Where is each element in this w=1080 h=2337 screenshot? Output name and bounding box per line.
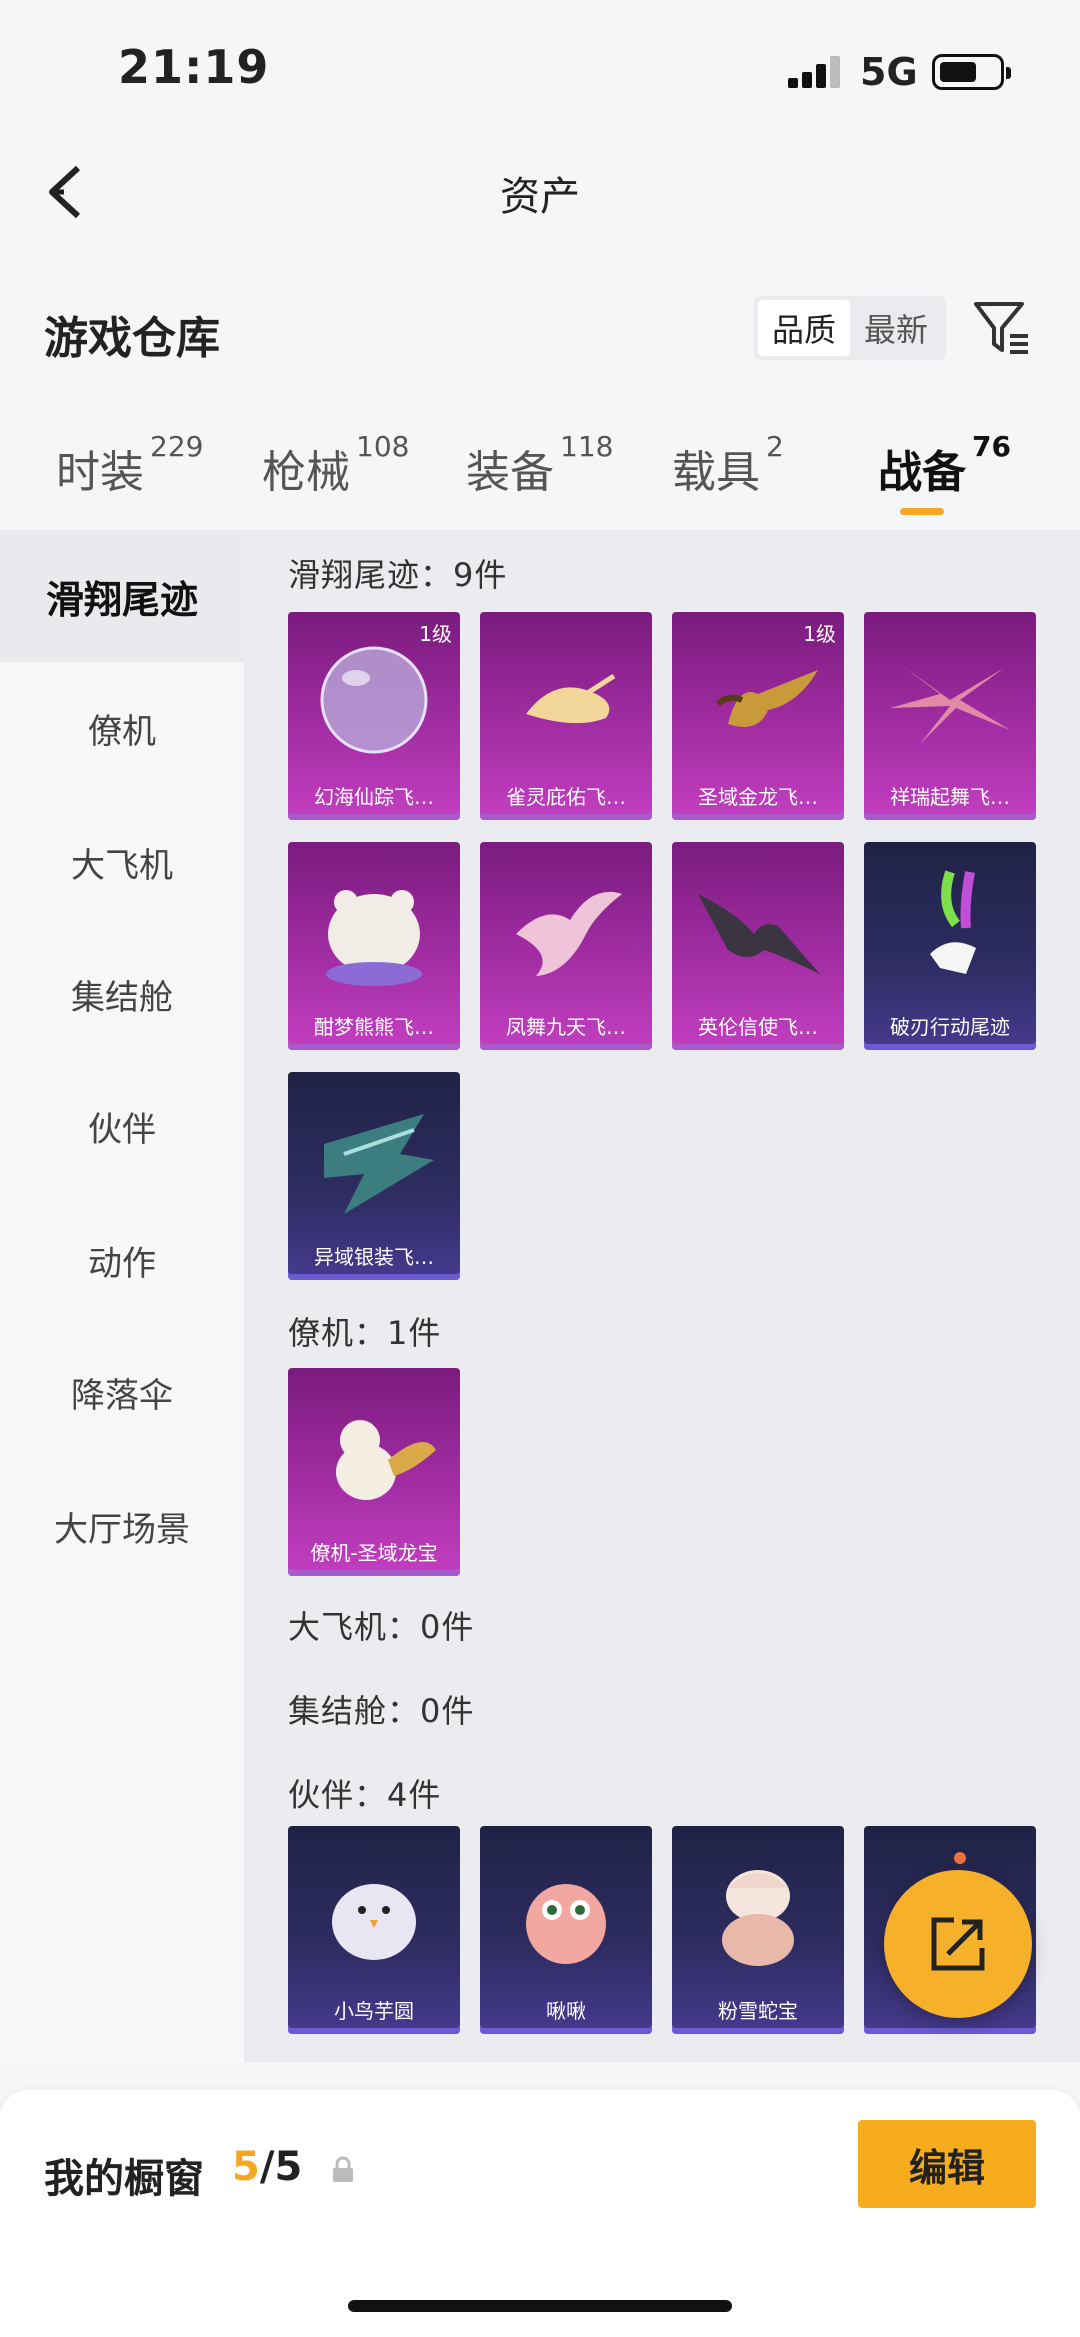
sidebar-item-partner[interactable]: 伙伴 [0,1060,244,1192]
item-card[interactable]: 凤舞九天飞… [480,842,652,1050]
sidebar-item-emote[interactable]: 动作 [0,1194,244,1326]
skydiver-trail-icon [930,870,976,974]
network-type: 5G [860,50,918,94]
sort-toggle: 品质 最新 [754,296,946,360]
section-title-big-plane: 大飞机：0件 [288,1608,475,1646]
feather-bird-icon [526,673,616,724]
item-card[interactable]: 英伦信使飞… [672,842,844,1050]
owl-plush-icon [526,1884,606,1964]
battery-icon [932,54,1011,90]
sidebar: 滑翔尾迹 僚机 大飞机 集结舱 伙伴 动作 降落伞 大厅场景 [0,530,244,2062]
item-card[interactable]: 酣梦熊熊飞… [288,842,460,1050]
section-title-capsule: 集结舱：0件 [288,1692,475,1730]
nav-bar: 资产 [0,140,1080,240]
section-title-wingman: 僚机：1件 [288,1314,442,1352]
item-card[interactable]: 1级 幻海仙踪飞… [288,612,460,820]
sort-quality-button[interactable]: 品质 [758,300,850,356]
sidebar-item-capsule[interactable]: 集结舱 [0,928,244,1060]
sidebar-item-glide-trail[interactable]: 滑翔尾迹 [0,530,244,662]
showcase-count: 5/5 [232,2144,303,2190]
sidebar-item-big-plane[interactable]: 大飞机 [0,796,244,928]
section-title-partner: 伙伴：4件 [288,1776,442,1814]
eagle-icon [698,894,820,974]
phoenix-wings-icon [890,664,1010,744]
share-icon [931,1917,985,1971]
item-card[interactable]: 小鸟芋圆 [288,1826,460,2034]
sort-newest-button[interactable]: 最新 [850,300,942,356]
section-title-glide: 滑翔尾迹：9件 [288,556,508,594]
showcase-label: 我的橱窗 [44,2156,204,2202]
snake-plush-icon [722,1870,794,1966]
tab-equipment[interactable]: 装备118 [466,430,613,500]
tab-fashion[interactable]: 时装229 [56,430,203,500]
tab-indicator [900,508,944,515]
warehouse-title: 游戏仓库 [44,313,220,364]
home-indicator [348,2300,732,2312]
bubble-icon [320,646,428,754]
dragon-pet-icon [336,1420,436,1500]
signal-icon [788,56,844,88]
tab-weapons[interactable]: 枪械108 [262,430,409,500]
sidebar-item-parachute[interactable]: 降落伞 [0,1326,244,1458]
edit-button[interactable]: 编辑 [858,2120,1036,2208]
share-fab-button[interactable] [884,1870,1032,2018]
filter-icon[interactable] [972,298,1032,358]
page-title: 资产 [500,174,580,220]
item-card[interactable]: 雀灵庇佑飞… [480,612,652,820]
status-bar: 21:19 5G [0,0,1080,130]
bird-plush-icon [332,1884,416,1960]
item-card[interactable]: 啾啾 [480,1826,652,2034]
sidebar-item-wingman[interactable]: 僚机 [0,662,244,794]
tab-vehicles[interactable]: 载具2 [672,430,784,500]
lock-icon [333,2156,353,2182]
item-card[interactable]: 粉雪蛇宝 [672,1826,844,2034]
status-time: 21:19 [118,40,270,94]
golden-dragon-icon [715,670,818,727]
tab-battle-prep[interactable]: 战备76 [878,430,1011,500]
item-card[interactable]: 1级 圣域金龙飞… [672,612,844,820]
item-content: 滑翔尾迹：9件 1级 幻海仙踪飞… 雀灵庇佑飞… 1级 圣域金龙飞… 祥瑞起舞飞… [244,530,1080,2062]
item-card[interactable]: 僚机-圣域龙宝 [288,1368,460,1576]
item-card[interactable]: 异域银装飞… [288,1072,460,1280]
item-card[interactable]: 祥瑞起舞飞… [864,612,1036,820]
silver-wings-icon [324,1114,434,1214]
sidebar-item-lobby-scene[interactable]: 大厅场景 [0,1460,244,1592]
item-card[interactable]: 破刃行动尾迹 [864,842,1036,1050]
bear-icon [326,890,422,986]
phoenix-icon [516,891,622,976]
